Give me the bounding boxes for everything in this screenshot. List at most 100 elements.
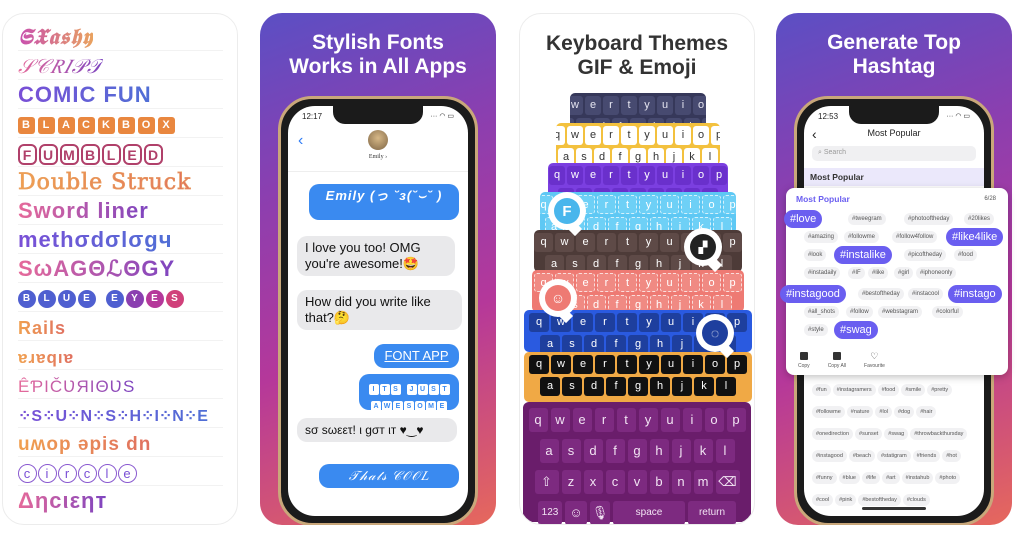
key-i[interactable]: i — [683, 355, 703, 374]
hashtag-chip[interactable]: #art — [882, 472, 900, 484]
key-t[interactable]: t — [621, 126, 637, 145]
hashtag-chip[interactable]: #swag — [884, 428, 909, 440]
key-p[interactable]: p — [723, 195, 736, 214]
hashtag-chip[interactable]: #hair — [916, 406, 937, 418]
hashtag-chip[interactable]: #iphoneonly — [916, 267, 957, 279]
hashtag-chip[interactable]: #all_shots — [804, 306, 840, 318]
key-y[interactable]: y — [639, 126, 655, 145]
font-style-item-epicurious[interactable]: ÊƤIČƲЯIΘƲS — [18, 370, 223, 399]
hashtag-chip[interactable]: #beach — [848, 450, 875, 462]
hashtag-chip[interactable]: #instalike — [834, 246, 892, 264]
key-m[interactable]: m — [693, 470, 713, 494]
key-o[interactable]: o — [702, 195, 721, 214]
key-o[interactable]: o — [702, 273, 721, 292]
key-e[interactable]: e — [576, 273, 595, 292]
key-o[interactable]: o — [705, 355, 725, 374]
return-key[interactable]: return — [688, 501, 736, 524]
key-y[interactable]: y — [639, 313, 659, 332]
hashtag-chip[interactable]: #love — [784, 210, 823, 228]
hashtag-chip[interactable]: #throwbackthursday — [910, 428, 968, 440]
key-w[interactable]: w — [550, 408, 570, 432]
key-y[interactable]: y — [639, 273, 658, 292]
hashtag-chip[interactable]: #hot — [942, 450, 961, 462]
hashtag-chip[interactable]: #like4like — [946, 228, 1004, 246]
key-y[interactable]: y — [639, 166, 655, 185]
key-r[interactable]: r — [597, 195, 616, 214]
emoji-key[interactable]: ☺ — [565, 501, 587, 524]
hashtag-chip[interactable]: #look — [804, 249, 827, 261]
hashtag-chip[interactable]: #IF — [848, 267, 865, 279]
key-r[interactable]: r — [603, 126, 619, 145]
key-o[interactable]: o — [693, 96, 706, 115]
font-style-item-ancient[interactable]: Δηcιεηт — [18, 486, 223, 515]
hashtag-chip[interactable]: #20likes — [964, 213, 995, 225]
key-i[interactable]: i — [682, 408, 702, 432]
key-w[interactable]: w — [567, 126, 583, 145]
search-field[interactable]: ⌕ Search — [812, 146, 976, 161]
hashtag-chip[interactable]: #followme — [812, 406, 845, 418]
hashtag-chip[interactable]: #lol — [875, 406, 892, 418]
hashtag-chip[interactable]: #dog — [893, 406, 915, 418]
key-t[interactable]: t — [616, 408, 636, 432]
back-chevron-icon[interactable]: ‹ — [298, 132, 303, 150]
key-d[interactable]: d — [584, 377, 604, 396]
key-r[interactable]: r — [594, 408, 614, 432]
hashtag-chip[interactable]: #follow — [846, 306, 873, 318]
key-t[interactable]: t — [617, 355, 637, 374]
key-i[interactable]: i — [681, 195, 700, 214]
key-s[interactable]: s — [562, 377, 582, 396]
key-u[interactable]: u — [657, 96, 673, 115]
key-p[interactable]: p — [711, 126, 720, 145]
key-r[interactable]: r — [603, 96, 619, 115]
hashtag-chip[interactable]: #smile — [901, 384, 926, 396]
keyboard-theme-orange-black[interactable]: qwertyuiop asdfghjkl — [524, 352, 752, 402]
key-y[interactable]: y — [638, 408, 658, 432]
backspace-key[interactable]: ⌫ — [715, 470, 740, 494]
hashtag-chip[interactable]: #photo — [935, 472, 961, 484]
key-e[interactable]: e — [572, 408, 592, 432]
key-u[interactable]: u — [661, 313, 681, 332]
hashtag-chip[interactable]: #colorful — [932, 306, 963, 318]
hashtag-chip[interactable]: #life — [861, 472, 881, 484]
key-q[interactable]: q — [528, 408, 548, 432]
key-d[interactable]: d — [583, 439, 603, 463]
hashtag-chip[interactable]: #fun — [812, 384, 831, 396]
key-t[interactable]: t — [617, 313, 637, 332]
key-g[interactable]: g — [628, 377, 648, 396]
font-style-item-script[interactable]: 𝒮𝒞𝑅𝐼𝒫𝒯 — [18, 51, 223, 80]
hashtag-chip[interactable]: #instagood — [812, 450, 847, 462]
key-r[interactable]: r — [603, 166, 619, 185]
hashtag-chip[interactable]: #friends — [912, 450, 941, 462]
key-e[interactable]: e — [573, 355, 593, 374]
key-n[interactable]: n — [671, 470, 691, 494]
key-a[interactable]: a — [540, 335, 560, 352]
hashtag-chip[interactable]: #follow4follow — [892, 231, 938, 243]
font-style-item-blackbox[interactable]: BLACKBOX — [18, 109, 223, 138]
numbers-key[interactable]: 123 — [538, 501, 562, 524]
hashtag-chip[interactable]: #statigram — [876, 450, 911, 462]
key-g[interactable]: g — [627, 439, 647, 463]
key-i[interactable]: i — [675, 166, 691, 185]
font-style-item-double-struck[interactable]: Double Struck — [18, 167, 223, 196]
key-o[interactable]: o — [693, 166, 709, 185]
key-u[interactable]: u — [660, 195, 679, 214]
hashtag-chip[interactable]: #blue — [838, 472, 860, 484]
font-style-item-methodology[interactable]: methσdσlσgч — [18, 225, 223, 254]
key-y[interactable]: y — [639, 195, 658, 214]
key-k[interactable]: k — [693, 439, 713, 463]
key-h[interactable]: h — [650, 377, 670, 396]
hashtag-chip[interactable]: #onedirection — [812, 428, 854, 440]
key-z[interactable]: z — [561, 470, 581, 494]
key-y[interactable]: y — [639, 233, 658, 252]
key-s[interactable]: s — [562, 335, 582, 352]
key-t[interactable]: t — [621, 96, 637, 115]
key-s[interactable]: s — [561, 439, 581, 463]
key-e[interactable]: e — [585, 96, 601, 115]
font-style-item-sunshine[interactable]: ⁘S⁘U⁘N⁘S⁘H⁘I⁘N⁘E — [18, 399, 223, 428]
key-t[interactable]: t — [618, 195, 637, 214]
key-u[interactable]: u — [660, 273, 679, 292]
favourite-button[interactable]: ♡ Favourite — [864, 352, 885, 370]
key-g[interactable]: g — [628, 335, 648, 352]
hashtag-chip[interactable]: #tweegram — [848, 213, 886, 225]
key-w[interactable]: w — [567, 166, 583, 185]
